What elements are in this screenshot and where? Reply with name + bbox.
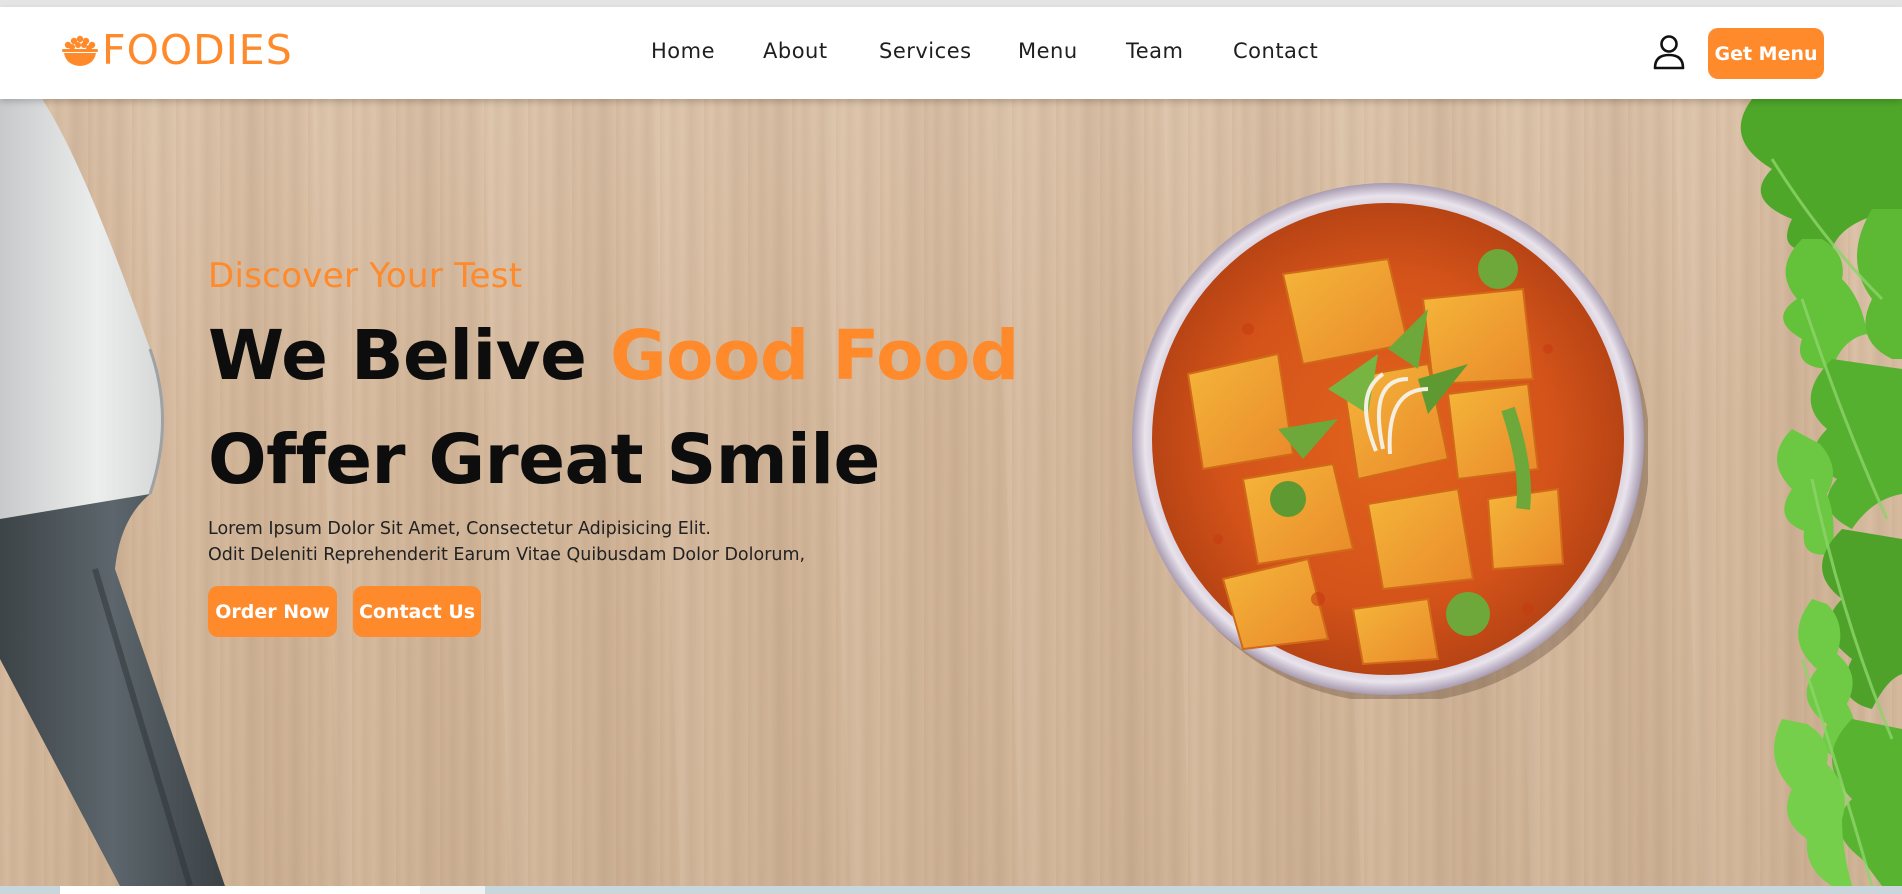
user-icon[interactable] [1652,33,1686,71]
brand-name: FOODIES [102,25,293,74]
navbar: FOODIES Home About Services Menu Team Co… [0,7,1902,99]
nav-team[interactable]: Team [1126,39,1184,63]
contact-us-button[interactable]: Contact Us [353,586,481,637]
headline-accent: Good Food [609,316,1019,396]
nav-menu[interactable]: Menu [1018,39,1078,63]
get-menu-button[interactable]: Get Menu [1708,28,1824,79]
hero-kicker: Discover Your Test [208,256,523,296]
order-now-button[interactable]: Order Now [208,586,337,637]
description-line1: Lorem Ipsum Dolor Sit Amet, Consectetur … [208,519,711,539]
hero-text: Discover Your Test We Belive Good Food O… [208,256,1019,568]
hero-description: Lorem Ipsum Dolor Sit Amet, Consectetur … [208,516,1019,568]
hero-headline-line2: Offer Great Smile [208,420,880,500]
hero-headline-line1: We Belive Good Food [208,304,1019,408]
hero-section: Discover Your Test We Belive Good Food O… [0,99,1902,886]
description-line2: Odit Deleniti Reprehenderit Earum Vitae … [208,545,806,565]
brand-logo[interactable]: FOODIES [60,25,293,75]
next-section-card-edge [420,886,485,894]
top-strip [0,0,1902,7]
headline-part1: We Belive [208,316,610,396]
nav-contact[interactable]: Contact [1233,39,1318,63]
next-section-card [60,886,420,894]
nav-home[interactable]: Home [651,39,715,63]
nav-about[interactable]: About [763,39,828,63]
knife-image [0,99,225,886]
curry-bowl-image [1132,183,1648,699]
nav-services[interactable]: Services [879,39,972,63]
bowl-icon [62,35,98,66]
